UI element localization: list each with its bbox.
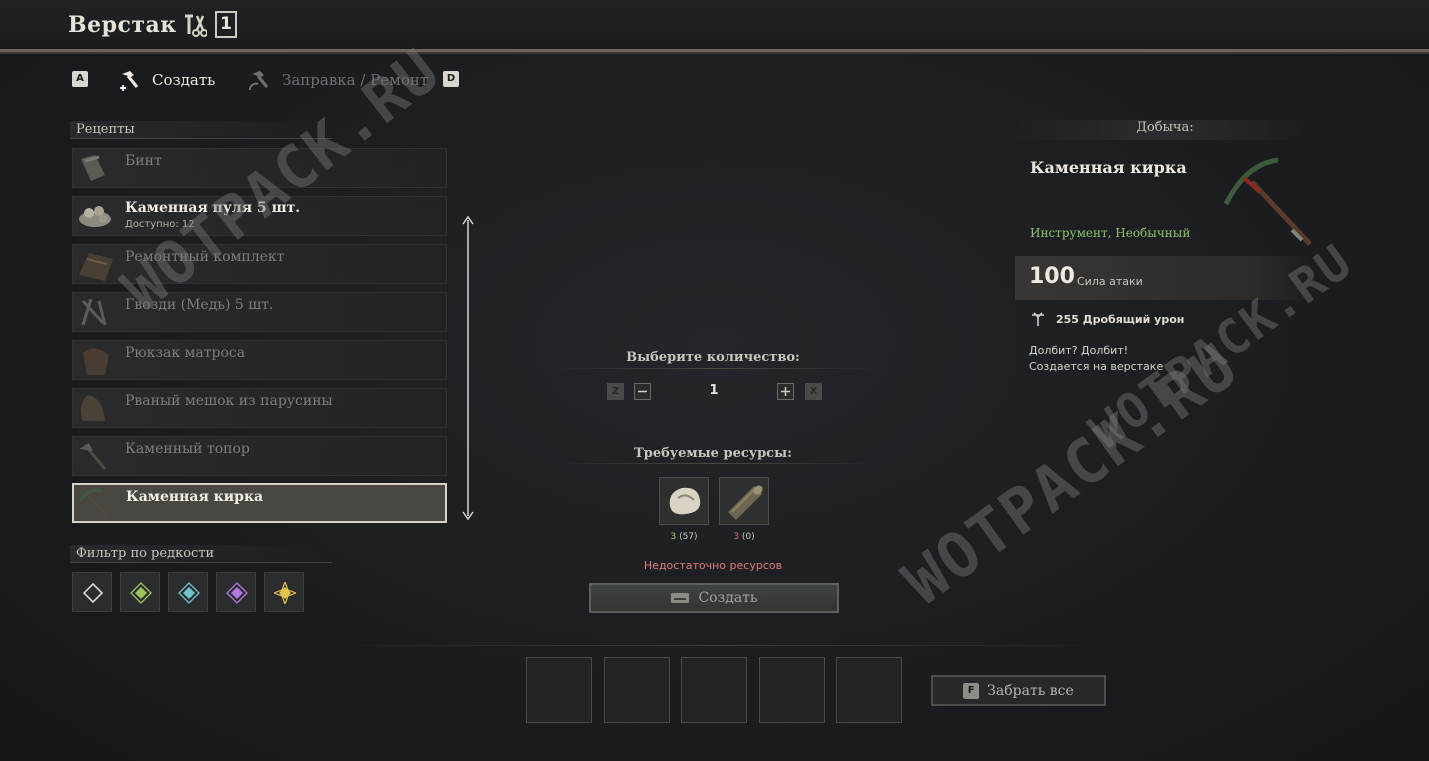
blunt-damage-icon	[1032, 312, 1044, 326]
recipe-item-selected[interactable]: Каменная кирка	[72, 483, 447, 523]
key-hint-x: X	[805, 383, 822, 400]
recipes-heading: Рецепты	[70, 121, 332, 139]
take-all-button[interactable]: F Забрать все	[931, 675, 1106, 706]
divider	[320, 645, 1120, 646]
resource-have: (57)	[679, 532, 698, 542]
create-button-label: Создать	[698, 590, 758, 606]
rarity-filter-legendary[interactable]	[264, 572, 304, 612]
recipe-name: Рюкзак матроса	[125, 345, 246, 361]
backpack-icon	[83, 348, 109, 375]
wood-log-icon	[728, 485, 763, 520]
recipes-scrollbar[interactable]	[462, 216, 474, 520]
divider	[550, 463, 880, 464]
divider	[550, 368, 880, 369]
tab-create-label: Создать	[152, 71, 216, 89]
rarity-filter-epic[interactable]	[216, 572, 256, 612]
rarity-filter-uncommon[interactable]	[120, 572, 160, 612]
rarity-filter-heading: Фильтр по редкости	[70, 545, 332, 563]
sack-icon	[80, 395, 105, 421]
loot-item-name: Каменная кирка	[1030, 158, 1187, 177]
rarity-diamond-icon	[82, 582, 104, 604]
resource-need: 3	[670, 532, 677, 542]
rarity-filter-common[interactable]	[72, 572, 112, 612]
recipe-name: Ремонтный комплект	[125, 249, 285, 265]
key-hint-a: A	[72, 71, 88, 87]
attack-value: 100	[1029, 264, 1075, 289]
workbench-level-badge: 1	[215, 11, 237, 38]
spacebar-key-icon	[671, 593, 690, 603]
tab-refuel-repair[interactable]: Заправка / Ремонт	[248, 66, 428, 94]
quantity-heading: Выберите количество:	[626, 350, 800, 365]
rarity-filter-rare[interactable]	[168, 572, 208, 612]
resource-need: 3	[733, 532, 740, 542]
key-hint-z: Z	[607, 383, 624, 400]
decrease-quantity-button[interactable]	[634, 383, 651, 400]
tools-icon	[185, 14, 207, 37]
stone-axe-icon	[79, 443, 107, 470]
recipe-item[interactable]: Ремонтный комплект	[72, 244, 447, 284]
hammer-icon	[120, 71, 139, 91]
output-slot[interactable]	[681, 657, 747, 723]
rarity-star-icon	[274, 582, 296, 604]
stone-pickaxe-icon	[1223, 157, 1312, 246]
key-hint-f: F	[963, 682, 980, 699]
resource-count-stone: 3 (57)	[659, 532, 709, 542]
recipe-item[interactable]: Рваный мешок из парусины	[72, 388, 447, 428]
nails-icon	[81, 298, 107, 326]
loot-item-type: Инструмент, Необычный	[1030, 226, 1191, 240]
loot-description: Долбит? Долбит!	[1029, 344, 1129, 357]
recipe-name: Каменный топор	[125, 441, 250, 457]
recipe-name: Бинт	[125, 153, 162, 169]
recipe-item[interactable]: Каменная пуля 5 шт. Доступно: 12	[72, 196, 447, 236]
resource-count-wood: 3 (0)	[719, 532, 769, 542]
hammer-icon	[249, 71, 269, 91]
recipe-item[interactable]: Рюкзак матроса	[72, 340, 447, 380]
recipe-available-count: Доступно: 12	[125, 219, 195, 230]
tab-refuel-repair-label: Заправка / Ремонт	[282, 71, 429, 89]
insufficient-resources-warning: Недостаточно ресурсов	[643, 559, 783, 572]
loot-heading: Добыча:	[1005, 120, 1325, 140]
recipe-item[interactable]: Бинт	[72, 148, 447, 188]
resource-slot-stone[interactable]	[659, 477, 709, 525]
recipe-item[interactable]: Гвозди (Медь) 5 шт.	[72, 292, 447, 332]
recipe-name: Каменная кирка	[126, 489, 264, 505]
stone-icon	[669, 487, 701, 515]
rarity-diamond-icon	[178, 582, 200, 604]
key-hint-d: D	[443, 71, 459, 87]
output-slot[interactable]	[604, 657, 670, 723]
output-slot[interactable]	[836, 657, 902, 723]
output-slot[interactable]	[526, 657, 592, 723]
recipe-name: Каменная пуля 5 шт.	[125, 200, 301, 216]
damage-line: 255 Дробящий урон	[1030, 311, 1184, 327]
damage-text: 255 Дробящий урон	[1056, 312, 1185, 326]
loot-craft-source: Создается на верстаке	[1029, 360, 1164, 373]
resource-have: (0)	[741, 532, 755, 542]
bandage-icon	[81, 155, 105, 181]
attack-stat: 100 Сила атаки	[1015, 256, 1315, 300]
recipe-name: Гвозди (Медь) 5 шт.	[125, 297, 274, 313]
rarity-diamond-icon	[130, 582, 152, 604]
output-slot[interactable]	[759, 657, 825, 723]
rarity-diamond-icon	[226, 582, 248, 604]
stone-pickaxe-icon	[78, 488, 110, 519]
recipe-name: Рваный мешок из парусины	[125, 393, 333, 409]
repair-kit-icon	[79, 253, 113, 281]
create-button[interactable]: Создать	[589, 583, 839, 613]
tab-create[interactable]: Создать	[118, 66, 215, 94]
take-all-label: Забрать все	[987, 682, 1074, 699]
increase-quantity-button[interactable]	[777, 383, 794, 400]
recipe-item[interactable]: Каменный топор	[72, 436, 447, 476]
page-title: Верстак	[68, 12, 177, 38]
resources-heading: Требуемые ресурсы:	[634, 446, 792, 461]
quantity-input[interactable]: 1	[658, 380, 770, 402]
resource-slot-wood[interactable]	[719, 477, 769, 525]
attack-label: Сила атаки	[1077, 275, 1143, 288]
stone-bullet-icon	[79, 206, 111, 227]
